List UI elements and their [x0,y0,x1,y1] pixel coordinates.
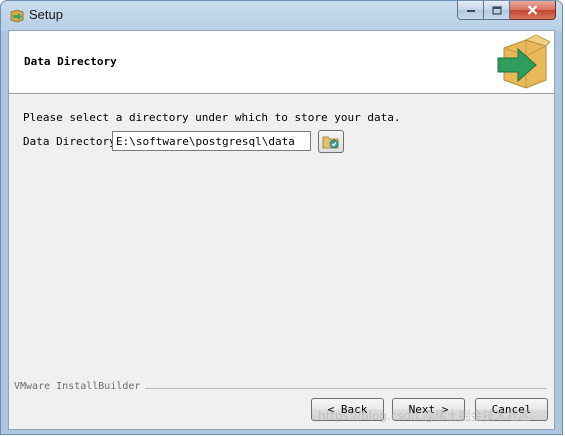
setup-box-icon [10,9,24,23]
minimize-button[interactable] [457,1,484,20]
title-bar[interactable]: Setup [1,1,562,29]
minimize-icon [466,10,475,12]
page-title: Data Directory [24,55,117,68]
data-directory-label: Data Directory [23,135,116,148]
watermark-text: https://blog.csdn.@稀土掘金技术社区 [318,409,531,423]
footer-separator [145,388,547,389]
maximize-icon [491,5,502,15]
close-icon [527,5,538,15]
page-header: Data Directory [9,31,554,94]
folder-icon [322,136,339,148]
caption-buttons [457,1,556,21]
browse-button[interactable] [318,130,344,153]
box-arrow-icon [497,34,551,89]
setup-window: Setup Data Directory Please select a dir… [0,0,563,435]
instruction-text: Please select a directory under which to… [23,111,401,124]
dialog-body: Data Directory Please select a directory… [8,30,555,430]
data-directory-field[interactable] [112,131,311,151]
installer-brand: VMware InstallBuilder [14,381,141,392]
maximize-button[interactable] [484,1,510,20]
close-button[interactable] [510,1,556,20]
window-title: Setup [29,7,63,22]
